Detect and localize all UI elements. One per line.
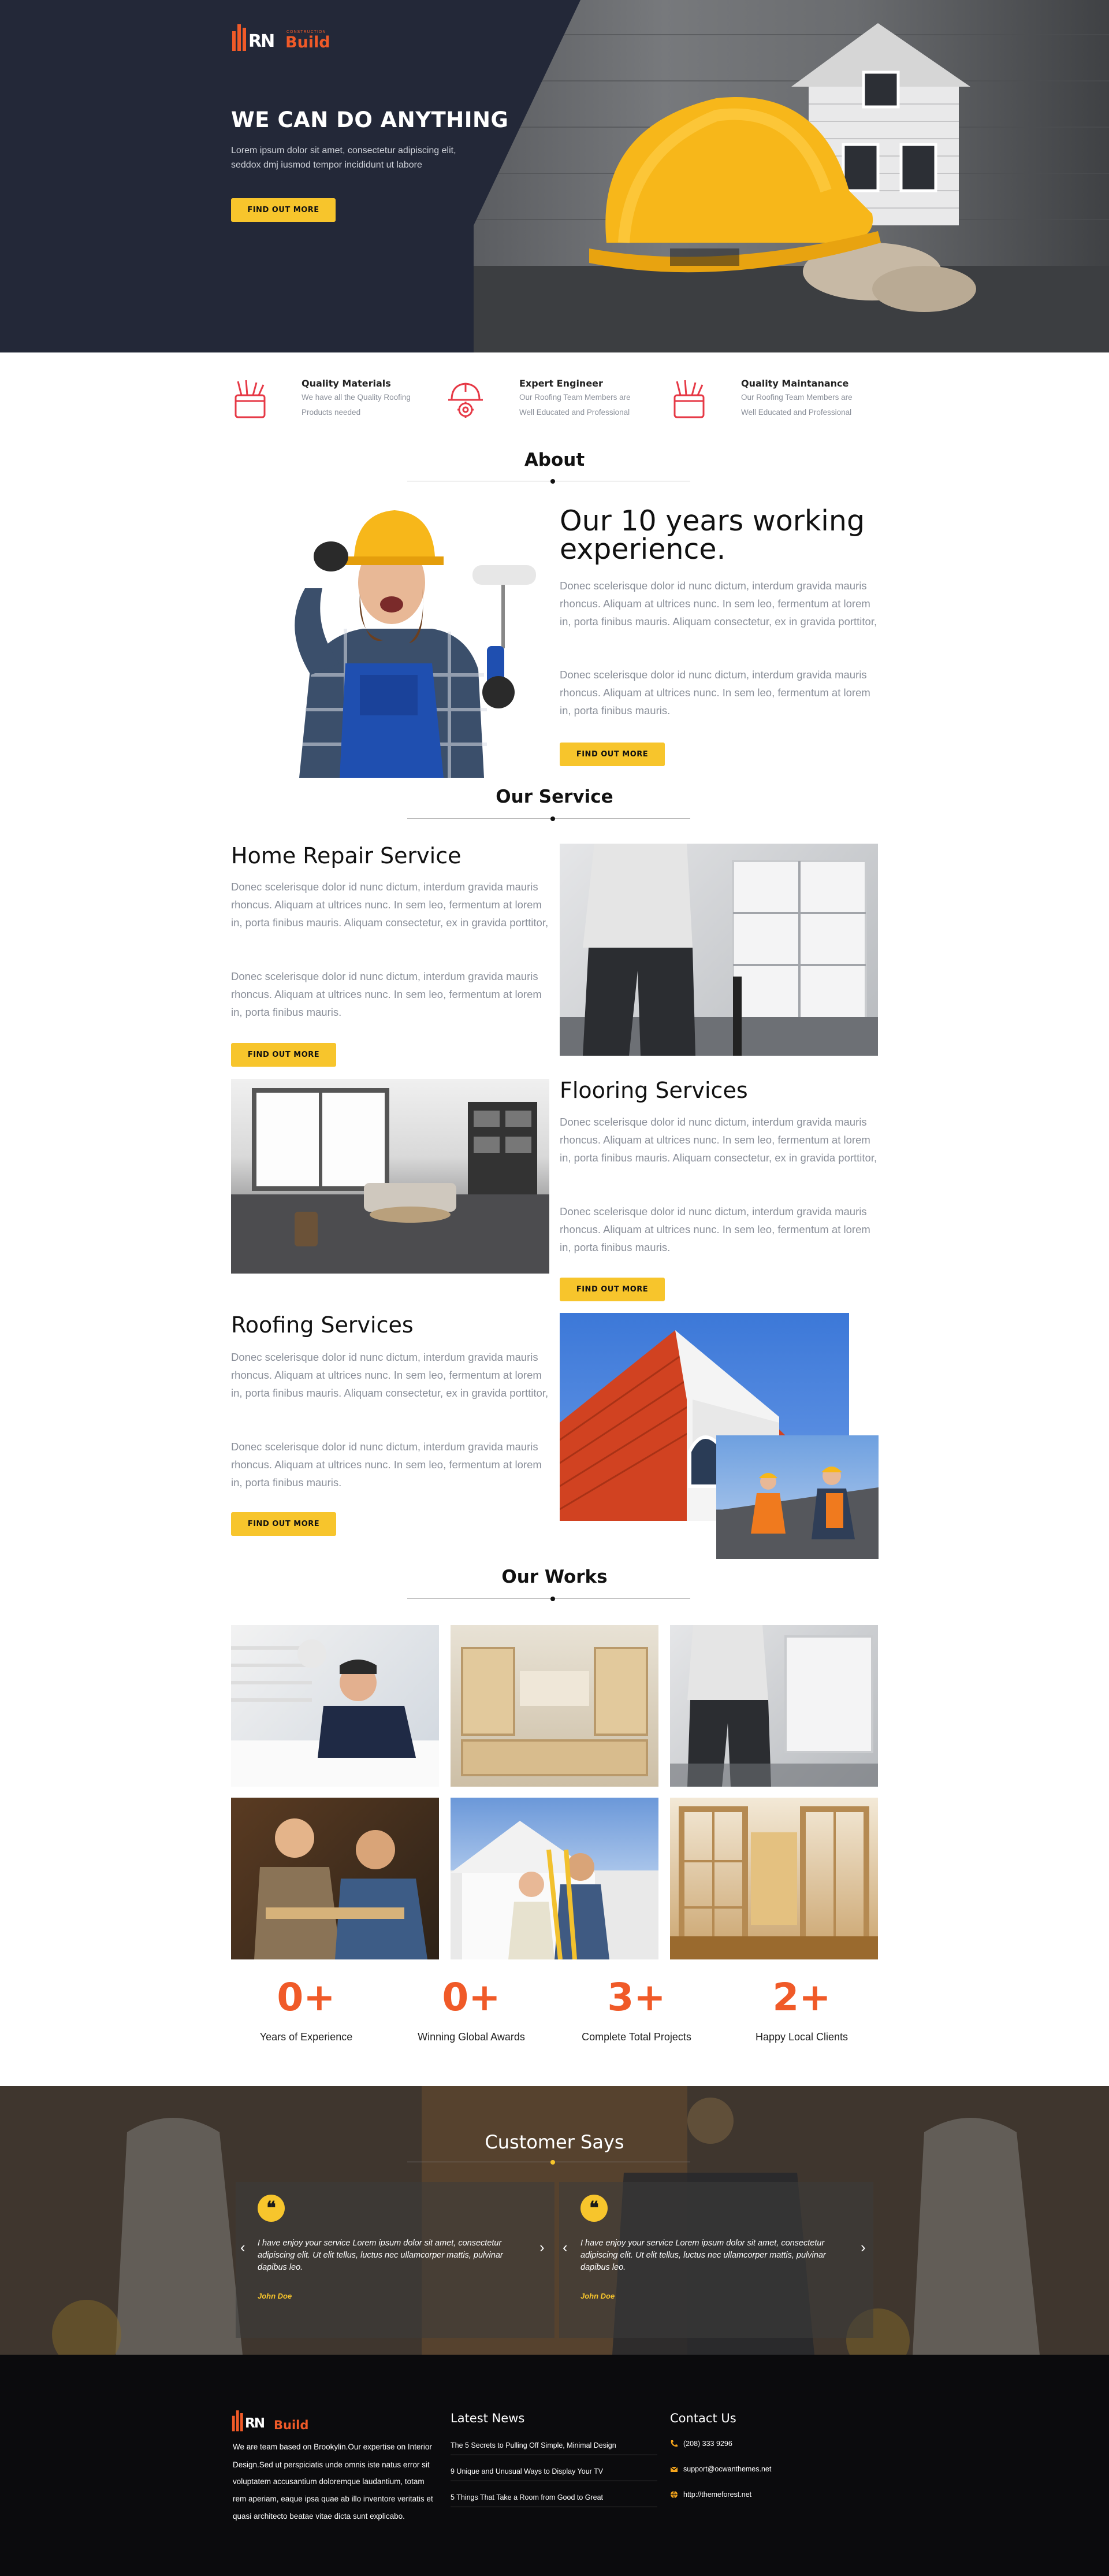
service-paragraph-3b: Donec scelerisque dolor id nunc dictum, … (231, 1441, 542, 1489)
feature-text-1b: Products needed (302, 408, 361, 417)
feature-text-3a: Our Roofing Team Members are (741, 393, 853, 402)
hero-image (474, 0, 1109, 352)
testimonial-next-arrow[interactable]: › (539, 2239, 545, 2256)
testimonial-card-1: ❝ I have enjoy your service Lorem ipsum … (236, 2182, 554, 2338)
footer-news-link-3[interactable]: 5 Things That Take a Room from Good to G… (451, 2493, 603, 2501)
logo-rn: RN (248, 31, 275, 51)
footer-about-2: Design.Sed ut perspiciatis unde omnis is… (233, 2460, 430, 2469)
toolbox-icon (673, 380, 705, 418)
service-paragraph-1a: Donec scelerisque dolor id nunc dictum, … (231, 881, 549, 929)
quote-icon: ❝ (580, 2195, 608, 2222)
works-title-dot (550, 1597, 555, 1601)
footer-about-1: We are team based on Brookylin.Our exper… (233, 2443, 432, 2451)
globe-icon (671, 2490, 678, 2499)
hero-text-1: Lorem ipsum dolor sit amet, consectetur … (231, 146, 456, 155)
feature-text-2a: Our Roofing Team Members are (519, 393, 631, 402)
footer-website[interactable]: http://themeforest.net (683, 2490, 751, 2499)
feature-title-3: Quality Maintanance (741, 378, 849, 389)
features-strip: Quality Materials We have all the Qualit… (0, 352, 1109, 439)
footer-phone[interactable]: (208) 333 9296 (683, 2440, 732, 2448)
about-image (259, 502, 550, 778)
services-section-title: Our Service (496, 786, 613, 807)
counter-value-awards: 0+ (442, 1975, 501, 2020)
about-paragraph-2: Donec scelerisque dolor id nunc dictum, … (560, 669, 870, 717)
testimonial-author-1: John Doe (258, 2292, 292, 2300)
footer-news-link-2[interactable]: 9 Unique and Unusual Ways to Display You… (451, 2467, 603, 2475)
service-title-flooring: Flooring Services (560, 1078, 748, 1103)
footer-email[interactable]: support@ocwanthemes.net (683, 2465, 771, 2473)
counter-label-projects: Complete Total Projects (582, 2031, 691, 2043)
work-image-plumber[interactable] (231, 1625, 439, 1787)
roofing-workers-image (716, 1435, 879, 1559)
work-image-repair[interactable] (670, 1625, 878, 1787)
feature-text-1a: We have all the Quality Roofing (302, 393, 411, 402)
testimonials-title-dot (550, 2160, 555, 2165)
counter-value-projects: 3+ (607, 1975, 666, 2020)
feature-title-2: Expert Engineer (519, 378, 603, 389)
home-repair-cta-button[interactable]: FIND OUT MORE (231, 1043, 336, 1067)
footer: RN Build We are team based on Brookylin.… (0, 2355, 1109, 2576)
about-section-title: About (524, 450, 585, 470)
about-title-dot (550, 479, 555, 484)
service-paragraph-2a: Donec scelerisque dolor id nunc dictum, … (560, 1116, 877, 1164)
testimonial-quote-1: I have enjoy your service Lorem ipsum do… (258, 2239, 503, 2272)
logo[interactable]: RN CONSTRUCTION Build (231, 18, 335, 52)
footer-logo-rn: RN (245, 2416, 265, 2431)
about-paragraph-1: Donec scelerisque dolor id nunc dictum, … (560, 580, 877, 628)
quote-icon: ❝ (258, 2195, 285, 2222)
service-paragraph-1b: Donec scelerisque dolor id nunc dictum, … (231, 970, 542, 1018)
flooring-image (231, 1079, 549, 1274)
hero-cta-button[interactable]: FIND OUT MORE (231, 198, 336, 222)
services-title-dot (550, 816, 555, 821)
testimonial-card-2: ❝ I have enjoy your service Lorem ipsum … (559, 2182, 873, 2338)
footer-about-3: voluptatem accusantium doloremque laudan… (233, 2477, 425, 2486)
services-title-divider (407, 818, 690, 819)
feature-text-2b: Well Educated and Professional (519, 408, 630, 417)
about-heading-2: experience. (560, 533, 726, 566)
counter-label-experience: Years of Experience (259, 2031, 353, 2043)
flooring-cta-button[interactable]: FIND OUT MORE (560, 1278, 665, 1301)
feature-title-1: Quality Materials (302, 378, 391, 389)
testimonial-author-2: John Doe (580, 2292, 615, 2300)
hero-text-2: seddox dmj iusmod tempor incididunt ut l… (231, 160, 422, 170)
work-image-couple-ladder[interactable] (451, 1798, 658, 1959)
roofing-cta-button[interactable]: FIND OUT MORE (231, 1512, 336, 1536)
footer-about-4: rem aperiam, eaque ipsa quae ab illo inv… (233, 2495, 433, 2503)
work-image-kitchen-build[interactable] (451, 1625, 658, 1787)
home-repair-image (560, 844, 878, 1056)
testimonial-prev-arrow[interactable]: ‹ (563, 2239, 568, 2256)
footer-logo-text: Build (274, 2418, 309, 2432)
footer-about-5: quasi architecto beatae vitae dicta sunt… (233, 2512, 405, 2521)
email-icon (670, 2466, 678, 2472)
about-cta-button[interactable]: FIND OUT MORE (560, 743, 665, 766)
testimonial-quote-2: I have enjoy your service Lorem ipsum do… (580, 2239, 826, 2272)
testimonial-prev-arrow[interactable]: ‹ (240, 2239, 245, 2256)
footer-logo[interactable]: RN Build (231, 2407, 312, 2432)
works-section-title: Our Works (501, 1567, 608, 1587)
toolbox-icon (235, 380, 266, 418)
counter-value-clients: 2+ (772, 1975, 831, 2020)
service-paragraph-3a: Donec scelerisque dolor id nunc dictum, … (231, 1351, 549, 1399)
service-title-home-repair: Home Repair Service (231, 843, 462, 868)
testimonials-section-title: Customer Says (485, 2131, 624, 2153)
counter-value-experience: 0+ (277, 1975, 336, 2020)
counter-label-clients: Happy Local Clients (755, 2031, 849, 2043)
hero-section: RN CONSTRUCTION Build WE CAN DO ANYTHING… (0, 0, 1109, 352)
logo-text: Build (285, 34, 330, 51)
service-paragraph-2b: Donec scelerisque dolor id nunc dictum, … (560, 1205, 870, 1253)
counter-label-awards: Winning Global Awards (418, 2031, 525, 2043)
hero-title: WE CAN DO ANYTHING (231, 107, 509, 132)
work-image-wood-interior[interactable] (670, 1798, 878, 1959)
feature-text-3b: Well Educated and Professional (741, 408, 852, 417)
phone-icon (671, 2440, 678, 2447)
footer-news-title: Latest News (451, 2411, 525, 2425)
work-image-carpenters[interactable] (231, 1798, 439, 1959)
hardhat-gear-icon (448, 383, 483, 418)
footer-contact-title: Contact Us (670, 2411, 736, 2425)
testimonial-next-arrow[interactable]: › (861, 2239, 866, 2256)
works-title-divider (407, 1598, 690, 1599)
footer-news-link-1[interactable]: The 5 Secrets to Pulling Off Simple, Min… (451, 2441, 616, 2449)
service-title-roofing: Roofing Services (231, 1312, 414, 1338)
testimonials-section: Customer Says ❝ I have enjoy your servic… (0, 2086, 1109, 2355)
